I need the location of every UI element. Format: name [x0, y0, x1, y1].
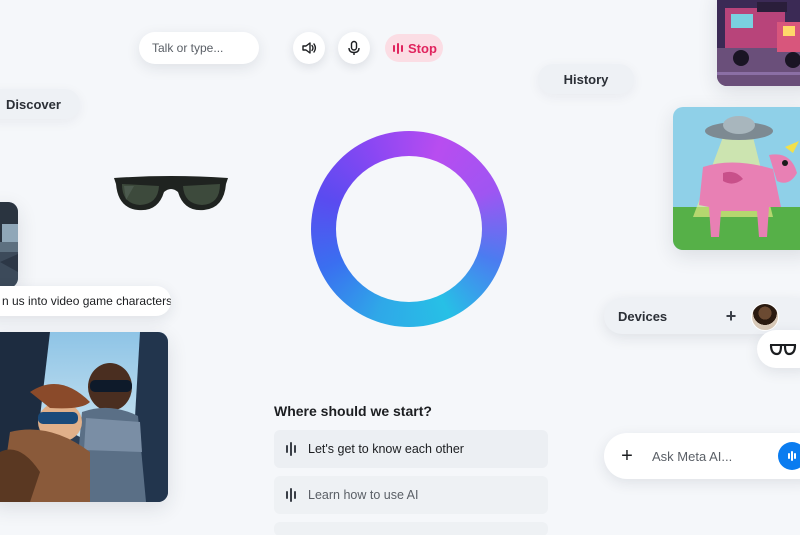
caption-text: n us into video game characters — [2, 294, 171, 308]
cow-ufo-illustration — [673, 107, 800, 250]
truck-illustration — [717, 0, 800, 86]
suggestion-label: Learn how to use AI — [308, 488, 419, 502]
suggestion-learn-ai[interactable]: Learn how to use AI — [274, 476, 548, 514]
video-game-characters-illustration — [0, 332, 168, 502]
waveform-icon — [286, 488, 296, 502]
talk-input-placeholder: Talk or type... — [152, 41, 224, 55]
add-device-button[interactable]: + — [720, 305, 742, 327]
speaker-icon — [302, 42, 317, 54]
character-illustration — [0, 202, 18, 288]
ask-input-placeholder: Ask Meta AI... — [652, 448, 733, 464]
suggestion-partial[interactable] — [274, 522, 548, 535]
devices-panel[interactable]: Devices + — [604, 298, 800, 334]
stop-button[interactable]: Stop — [385, 34, 443, 62]
add-attachment-symbol: + — [621, 444, 633, 467]
sunglasses-image[interactable] — [112, 174, 230, 216]
truck-image-card[interactable] — [717, 0, 800, 86]
waveform-icon — [393, 42, 403, 54]
start-heading: Where should we start? — [274, 403, 432, 419]
discover-label: Discover — [6, 96, 61, 112]
ask-meta-ai-composer[interactable]: + Ask Meta AI... — [604, 433, 800, 479]
history-button[interactable]: History — [538, 64, 634, 94]
meta-ai-home: Talk or type... Stop History Discover n … — [0, 0, 800, 535]
glasses-device-button[interactable] — [757, 330, 800, 368]
cow-ufo-image-card[interactable] — [673, 107, 800, 250]
meta-ai-ring — [311, 131, 507, 327]
video-game-image-card[interactable] — [0, 332, 168, 502]
microphone-button[interactable] — [338, 32, 370, 64]
video-game-image-card-small[interactable] — [0, 202, 18, 288]
speaker-button[interactable] — [293, 32, 325, 64]
suggestion-label: Let's get to know each other — [308, 442, 464, 456]
suggestion-get-to-know[interactable]: Let's get to know each other — [274, 430, 548, 468]
discover-button[interactable]: Discover — [0, 89, 80, 119]
devices-label: Devices — [618, 308, 668, 324]
history-label: History — [563, 71, 609, 87]
add-attachment-button[interactable]: + — [616, 445, 638, 468]
microphone-icon — [348, 40, 360, 55]
waveform-icon — [788, 451, 796, 461]
stop-label: Stop — [408, 40, 437, 56]
glasses-icon — [769, 344, 797, 356]
video-game-caption[interactable]: n us into video game characters — [0, 286, 171, 316]
talk-or-type-input[interactable]: Talk or type... — [139, 32, 259, 64]
voice-send-button[interactable] — [778, 442, 800, 470]
waveform-icon — [286, 442, 296, 456]
avatar[interactable] — [751, 303, 779, 331]
add-device-symbol: + — [725, 305, 737, 326]
